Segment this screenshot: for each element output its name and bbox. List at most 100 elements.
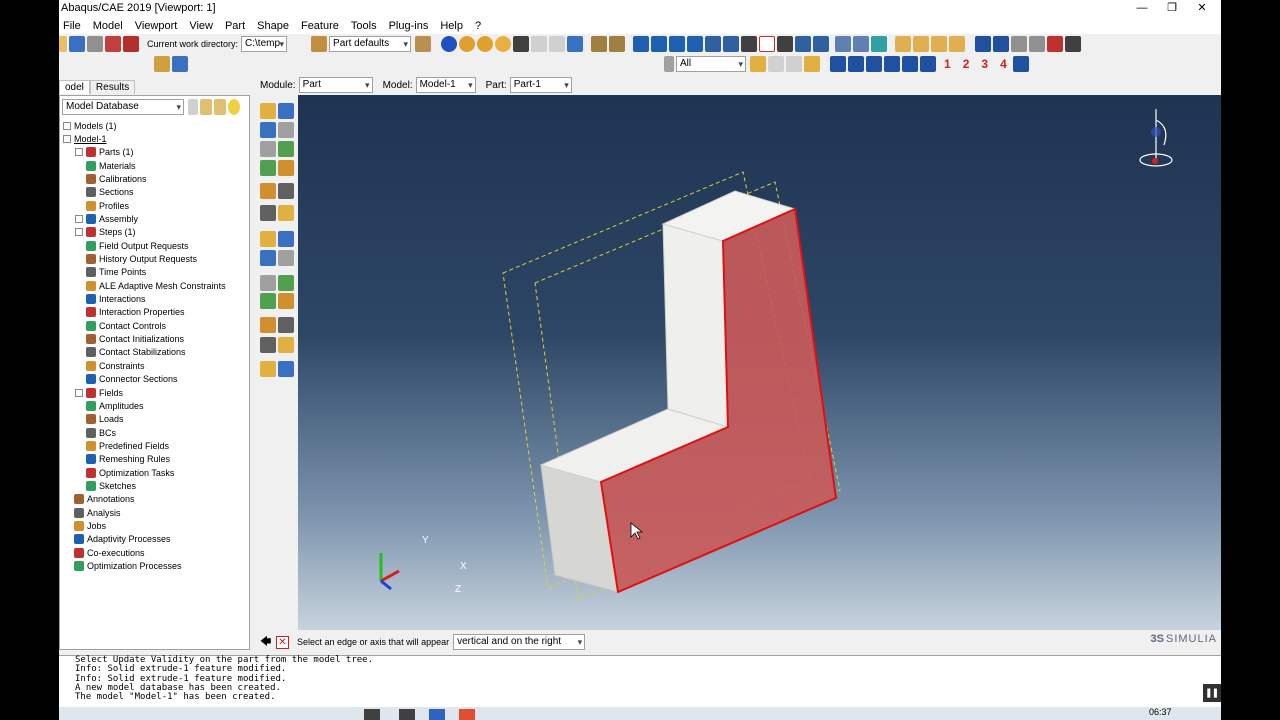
tree-expander-icon[interactable] [75,214,83,223]
minimize-button[interactable]: — [1127,0,1157,17]
calculator-icon[interactable] [172,56,188,72]
menu-help[interactable]: Help [440,20,463,32]
create-cut-2-icon[interactable] [278,183,294,199]
tree-item[interactable]: Remeshing Rules [75,453,170,466]
import-icon[interactable] [105,36,121,52]
triad-4-icon[interactable] [884,56,900,72]
tree-expander-icon[interactable] [63,134,71,143]
print-icon[interactable] [87,36,103,52]
camera-icon[interactable] [705,36,722,52]
front-view-icon[interactable] [913,36,930,52]
create-solid-extrude-1-icon[interactable] [260,141,276,157]
tree-item[interactable]: Contact Controls [75,319,166,332]
create-set-2-icon[interactable] [278,250,294,266]
triad-2-icon[interactable] [848,56,864,72]
select-cursor-icon[interactable] [664,56,674,72]
tree-item[interactable]: Sections [75,186,134,199]
tree-item[interactable]: Profiles [75,199,129,212]
render-mesh-icon[interactable] [835,36,852,52]
edit-feature-1-icon[interactable] [260,361,276,377]
tree-item[interactable]: Contact Initializations [75,333,184,346]
magnify-icon[interactable] [723,36,740,52]
view-4-button[interactable]: 4 [1000,57,1007,71]
tree-item[interactable]: Interaction Properties [75,306,185,319]
tree-item[interactable]: Adaptivity Processes [63,533,171,546]
pan-icon[interactable] [975,36,992,52]
select-part-icon[interactable] [804,56,820,72]
model-database-combo[interactable]: Model Database [62,99,184,115]
tree-item[interactable]: Loads [75,413,124,426]
triad-6-icon[interactable] [920,56,936,72]
create-cut-1-icon[interactable] [260,183,276,199]
part-combo[interactable]: Part-1 [509,77,572,93]
sketch-icon[interactable] [154,56,170,72]
select-from-viewport-icon[interactable] [750,56,766,72]
tree-item[interactable]: Field Output Requests [75,239,189,252]
view-2-button[interactable]: 2 [963,57,970,71]
create-part-1-icon[interactable] [260,103,276,119]
view-manip-4-icon[interactable] [687,36,704,52]
select-circle-icon[interactable] [786,56,802,72]
tree-item[interactable]: Interactions [75,293,146,306]
color-code-2-icon[interactable] [477,36,494,52]
module-combo[interactable]: Part [298,77,373,93]
taskbar-app-3-icon[interactable] [429,709,445,720]
fit-view-icon[interactable] [1047,36,1064,52]
menu-part[interactable]: Part [225,20,245,32]
create-point-1-icon[interactable] [260,337,276,353]
arrow-icon[interactable] [777,36,794,52]
view-1-button[interactable]: 1 [944,57,951,71]
undo-icon[interactable] [531,36,548,52]
create-round-2-icon[interactable] [278,205,294,221]
cancel-icon[interactable]: ✕ [276,635,289,649]
create-part-2-icon[interactable] [278,103,294,119]
menu-view[interactable]: View [189,20,213,32]
save-icon[interactable] [69,36,85,52]
view-manip-icon[interactable] [633,36,650,52]
menu-model[interactable]: Model [93,20,123,32]
taskbar-app-4-icon[interactable] [459,709,475,720]
render-style-icon[interactable] [415,36,432,52]
create-shell-1-icon[interactable] [260,293,276,309]
tree-item[interactable]: Co-executions [63,546,145,559]
create-set-1-icon[interactable] [260,250,276,266]
edit-feature-2-icon[interactable] [278,361,294,377]
menu-file[interactable]: File [63,20,81,32]
part-defaults-combo[interactable]: Part defaults [329,36,412,52]
tree-item[interactable]: Predefined Fields [75,439,169,452]
tree-expander-icon[interactable] [75,388,83,397]
restore-button[interactable]: ❐ [1157,0,1187,17]
viewport[interactable]: Y X Z [298,95,1221,630]
datum-2-icon[interactable] [609,36,626,52]
create-surface-1-icon[interactable] [260,275,276,291]
menu-viewport[interactable]: Viewport [135,20,178,32]
tree-item[interactable]: Optimization Tasks [75,466,174,479]
create-round-1-icon[interactable] [260,205,276,221]
tree-expander-icon[interactable] [75,228,83,237]
tab-results[interactable]: Results [89,80,136,94]
whats-this-button[interactable]: ? [475,20,481,32]
manager-icon[interactable] [567,36,584,52]
tree-item[interactable]: Fields [75,386,123,399]
sphere-icon[interactable] [495,36,512,52]
selection-filter-combo[interactable]: All [676,56,746,72]
create-solid-extrude-2-icon[interactable] [278,141,294,157]
view-manip-3-icon[interactable] [669,36,686,52]
cycle-icon[interactable] [1065,36,1082,52]
menu-tools[interactable]: Tools [351,20,377,32]
tree-item[interactable]: Connector Sections [75,373,178,386]
tree-item[interactable]: Optimization Processes [63,560,182,573]
query-info-icon[interactable] [441,36,458,52]
create-shell-2-icon[interactable] [278,293,294,309]
menu-plugins[interactable]: Plug-ins [389,20,429,32]
text-annotation-icon[interactable] [759,36,776,52]
new-icon[interactable] [59,36,67,52]
line-icon[interactable] [741,36,758,52]
create-datum-1-icon[interactable] [260,160,276,176]
create-wire-2-icon[interactable] [278,317,294,333]
tree-item[interactable]: Analysis [63,506,121,519]
triad-5-icon[interactable] [902,56,918,72]
tree-item[interactable]: Assembly [75,212,138,225]
create-datum-2-icon[interactable] [278,160,294,176]
view-manip-2-icon[interactable] [651,36,668,52]
